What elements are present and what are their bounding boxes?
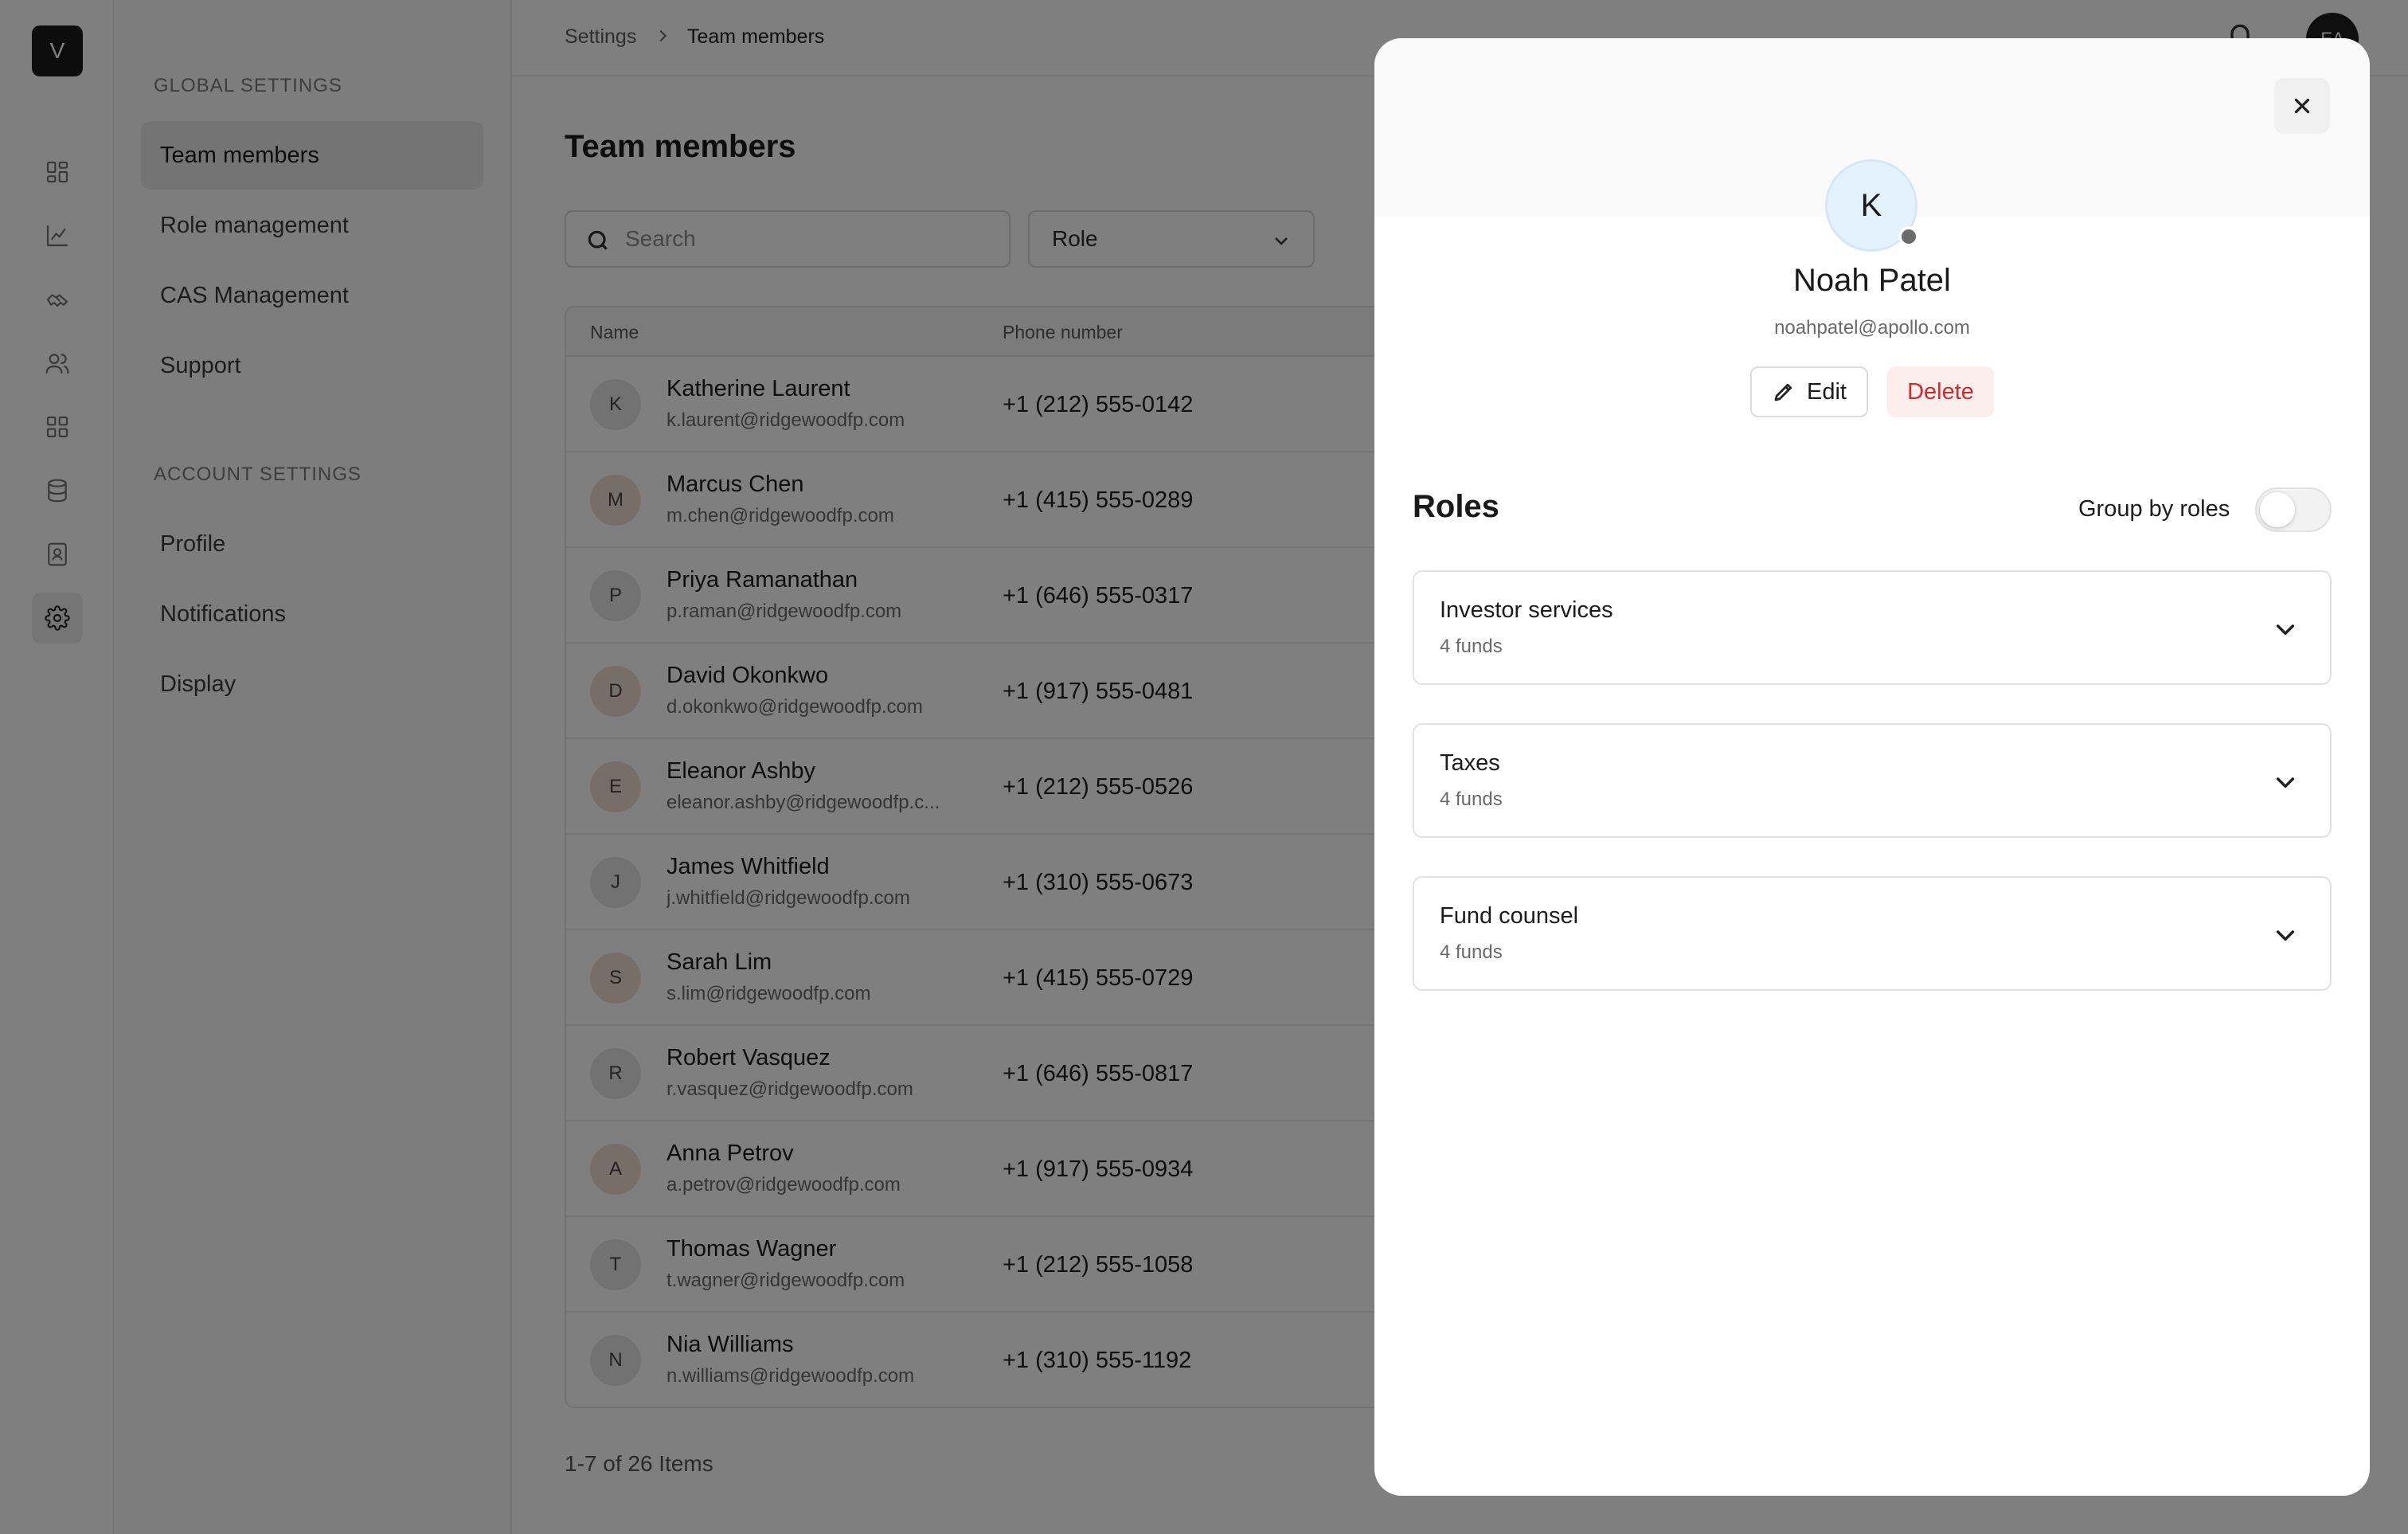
role-name: Investor services xyxy=(1440,597,1613,623)
delete-button-label: Delete xyxy=(1907,378,1974,405)
group-by-roles-label: Group by roles xyxy=(2078,496,2230,522)
roles-heading: Roles xyxy=(1413,489,1499,524)
close-button[interactable] xyxy=(2274,78,2330,134)
role-fund-count: 4 funds xyxy=(1440,789,1503,810)
profile-name: Noah Patel xyxy=(1793,263,1951,298)
role-fund-count: 4 funds xyxy=(1440,636,1503,657)
role-name: Fund counsel xyxy=(1440,903,1579,929)
pencil-icon xyxy=(1774,383,1792,401)
chevron-down-icon[interactable] xyxy=(2273,769,2298,795)
member-detail-drawer: K Noah Patel noahpatel@apollo.com Edit D… xyxy=(1374,38,2370,1496)
edit-button[interactable]: Edit xyxy=(1750,366,1868,417)
role-card-fund-counsel[interactable]: Fund counsel 4 funds xyxy=(1413,876,2332,991)
toggle-knob xyxy=(2260,492,2295,527)
group-by-roles-toggle[interactable] xyxy=(2255,487,2332,532)
delete-button[interactable]: Delete xyxy=(1887,366,1994,417)
status-indicator xyxy=(1898,226,1919,247)
chevron-down-icon[interactable] xyxy=(2273,922,2298,948)
close-icon xyxy=(2294,98,2310,114)
edit-button-label: Edit xyxy=(1807,378,1847,405)
profile-email: noahpatel@apollo.com xyxy=(1774,317,1970,338)
role-card-taxes[interactable]: Taxes 4 funds xyxy=(1413,723,2332,838)
role-fund-count: 4 funds xyxy=(1440,941,1503,963)
role-card-investor-services[interactable]: Investor services 4 funds xyxy=(1413,570,2332,685)
role-name: Taxes xyxy=(1440,750,1500,776)
chevron-down-icon[interactable] xyxy=(2273,616,2298,642)
